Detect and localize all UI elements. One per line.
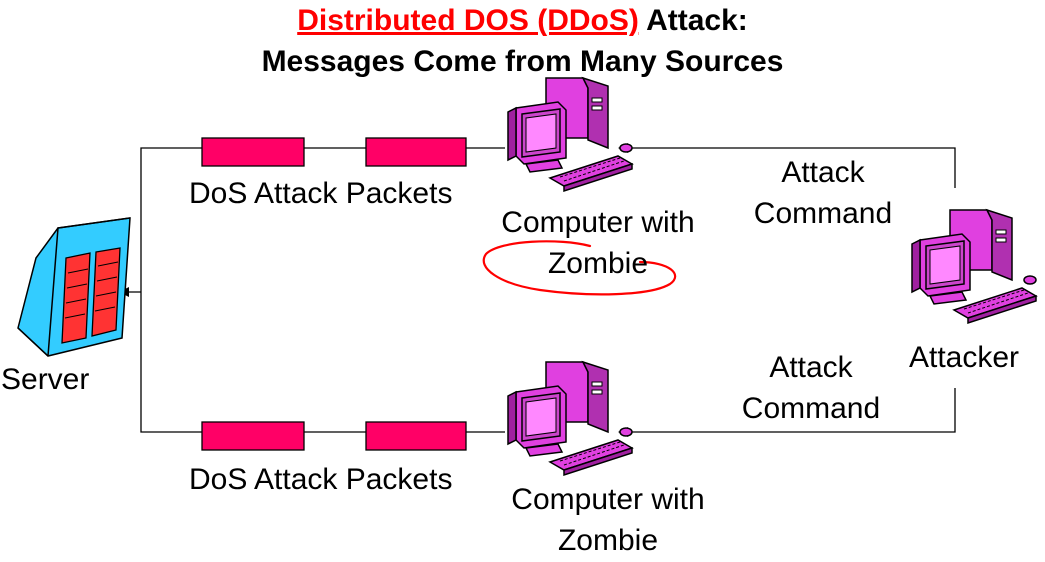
- zombie-bottom-label-line2: Zombie: [557, 524, 659, 557]
- packet-block-top-1: [201, 137, 305, 167]
- server-icon: [17, 217, 131, 357]
- zombie-computer-bottom-icon: [507, 361, 633, 476]
- ddos-diagram: Distributed DOS (DDoS) Attack: Messages …: [0, 0, 1045, 562]
- packets-top-label: DoS Attack Packets: [189, 177, 453, 210]
- packet-block-top-2: [365, 137, 467, 167]
- attack-command-top-line1: Attack: [781, 156, 865, 189]
- packets-bottom-label: DoS Attack Packets: [189, 463, 453, 496]
- packet-block-bottom-2: [365, 421, 467, 451]
- attacker-computer-icon: [911, 209, 1037, 324]
- server-label: Server: [1, 363, 90, 396]
- zombie-computer-top-icon: [507, 77, 633, 192]
- attack-command-top-line2: Command: [753, 197, 893, 230]
- packet-block-bottom-1: [201, 421, 305, 451]
- zombie-top-label-line2: Zombie: [547, 247, 649, 280]
- attack-command-bottom-line1: Attack: [769, 351, 853, 384]
- attacker-label: Attacker: [909, 341, 1020, 374]
- zombie-bottom-label-line1: Computer with: [511, 483, 705, 516]
- zombie-top-label-line1: Computer with: [501, 206, 695, 239]
- attack-command-bottom-line2: Command: [741, 392, 881, 425]
